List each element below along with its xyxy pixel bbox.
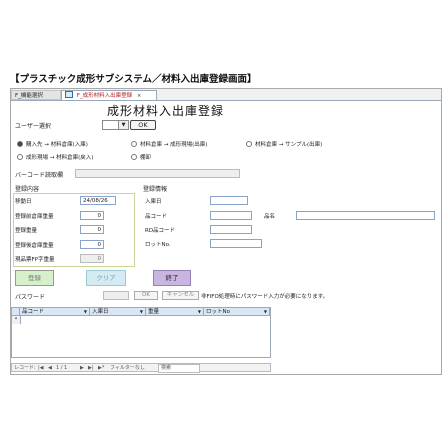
form-icon [65, 91, 73, 98]
tag-weight-label: 現品票FP字重量 [15, 257, 55, 263]
clear-button[interactable]: クリア [86, 270, 126, 286]
search-input[interactable]: 検索 [158, 364, 200, 373]
item-code-field[interactable] [210, 211, 252, 220]
sort-arrow-icon[interactable]: ▼ [264, 308, 267, 316]
entry-date-label: 入庫日 [145, 199, 162, 205]
reg-weight-label: 登録重量 [15, 228, 38, 234]
data-table[interactable]: * [11, 316, 271, 358]
radio-inventory[interactable] [131, 154, 137, 160]
password-label: パスワード [15, 294, 46, 301]
end-button[interactable]: 終了 [153, 270, 191, 286]
password-cancel-button[interactable]: キャンセル [162, 291, 199, 300]
tag-weight-field: 0 [80, 254, 104, 263]
tab-material-entry[interactable]: F_成形材料入出庫登録 × [61, 90, 157, 100]
move-date-label: 移動日 [15, 199, 32, 205]
post-weight-label: 登録後倉庫重量 [15, 243, 54, 249]
radio-sample-out[interactable] [246, 141, 252, 147]
tab-label: F_機能選択 [15, 93, 43, 99]
radio-label: 材料倉庫 → サンプル(出庫) [255, 142, 323, 148]
lot-no-label: ロットNo. [145, 242, 171, 248]
password-note: 非FIFO処理時にパスワード入力が必要になります。 [201, 294, 329, 300]
column-header[interactable]: 重量 ▼ [146, 308, 204, 316]
move-date-field[interactable]: 24/08/26 [80, 196, 116, 205]
rd-code-field[interactable] [210, 225, 252, 234]
sort-arrow-icon[interactable]: ▼ [84, 308, 87, 316]
user-ok-button[interactable]: OK [130, 120, 156, 130]
filter-status[interactable]: フィルターなし [110, 364, 145, 372]
tab-label: F_成形材料入出庫登録 [76, 93, 133, 99]
chevron-down-icon[interactable]: ▼ [118, 120, 129, 130]
column-header[interactable]: 品コード ▼ [20, 308, 90, 316]
barcode-input[interactable] [75, 169, 240, 178]
reg-weight-field[interactable]: 0 [80, 225, 104, 234]
item-name-label: 品名 [264, 214, 276, 220]
password-ok-button[interactable]: OK [134, 291, 158, 300]
password-input[interactable] [103, 291, 129, 300]
prev-record-icon[interactable]: ◀ [48, 364, 52, 372]
sort-arrow-icon[interactable]: ▼ [198, 308, 201, 316]
pre-weight-label: 登録前倉庫重量 [15, 214, 54, 220]
register-section-title: 登録内容 [15, 186, 40, 193]
register-button[interactable]: 登録 [15, 270, 54, 286]
close-icon[interactable]: × [137, 93, 142, 99]
column-header[interactable]: 入庫日 ▼ [90, 308, 146, 316]
radio-label: 棚卸 [140, 155, 152, 161]
record-position[interactable]: 1 / 1 [56, 364, 67, 372]
record-navigation: レコード: |◀ ◀ 1 / 1 ▶ ▶| ▶* フィルターなし 検索 [11, 363, 271, 373]
post-weight-field[interactable]: 0 [80, 240, 104, 249]
radio-return-in[interactable] [17, 154, 23, 160]
radio-label: 購入先 → 材料倉庫(入庫) [26, 142, 88, 148]
new-record-icon[interactable]: ▶* [98, 364, 104, 372]
last-record-icon[interactable]: ▶| [88, 364, 94, 372]
user-select-label: ユーザー選択 [15, 123, 51, 130]
sort-arrow-icon[interactable]: ▼ [140, 308, 143, 316]
rd-code-label: RD品コード [145, 228, 176, 234]
record-label: レコード: [14, 365, 36, 371]
column-header[interactable]: ロットNo ▼ [204, 308, 270, 316]
item-name-field[interactable] [296, 211, 435, 220]
first-record-icon[interactable]: |◀ [38, 364, 44, 372]
barcode-label: バーコード読取欄 [15, 172, 64, 179]
radio-label: 材料倉庫 → 成形現場(出庫) [140, 142, 208, 148]
radio-label: 成形現場 → 材料倉庫(戻入) [26, 155, 94, 161]
new-row-marker[interactable]: * [12, 316, 21, 324]
form-title: 成形材料入出庫登録 [107, 104, 225, 118]
row-selector-header [12, 308, 20, 316]
entry-date-field[interactable] [210, 196, 248, 205]
info-section-title: 登録情報 [143, 186, 168, 193]
radio-purchase-in[interactable] [17, 141, 23, 147]
tab-function-select[interactable]: F_機能選択 [11, 90, 61, 100]
item-code-label: 品コード [145, 214, 168, 220]
form-window: F_機能選択 F_成形材料入出庫登録 × 成形材料入出庫登録 ユーザー選択 ▼ … [10, 88, 442, 375]
pre-weight-field[interactable]: 0 [80, 211, 104, 220]
next-record-icon[interactable]: ▶ [80, 364, 84, 372]
radio-warehouse-out[interactable] [131, 141, 137, 147]
lot-no-field[interactable] [210, 239, 262, 248]
table-header: 品コード ▼ 入庫日 ▼ 重量 ▼ ロットNo ▼ [11, 307, 271, 316]
page-title: 【プラスチック成形サブシステム／材料入出庫登録画面】 [10, 74, 257, 85]
tab-bar: F_機能選択 F_成形材料入出庫登録 × [11, 89, 441, 101]
